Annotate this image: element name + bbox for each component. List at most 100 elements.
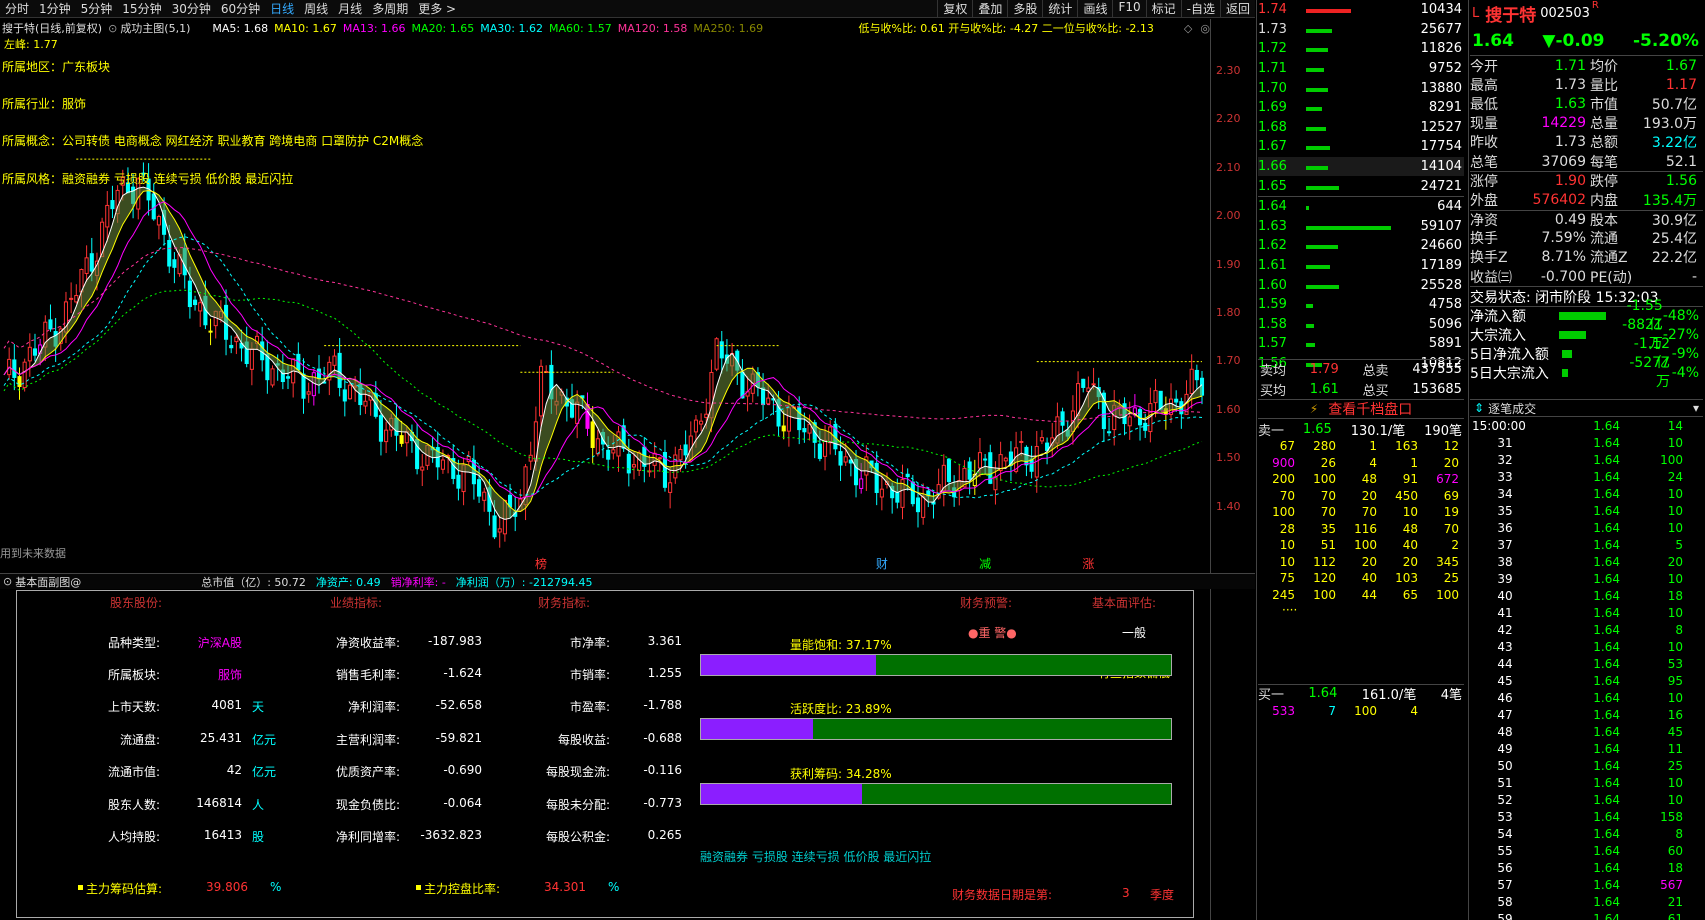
- period-tab[interactable]: 周线: [299, 0, 333, 17]
- tick-time: 43: [1497, 639, 1513, 654]
- price-tick: 1.50: [1216, 451, 1241, 465]
- settings-icon[interactable]: ◎: [1200, 22, 1210, 35]
- period-tab[interactable]: 多周期: [367, 0, 413, 17]
- tick-price: 1.64: [1593, 758, 1620, 773]
- tick-row: 52 1.64 10: [1470, 791, 1703, 808]
- metric-value: -187.983: [428, 634, 482, 648]
- event-marker[interactable]: 涨: [1082, 556, 1094, 571]
- ask-row[interactable]: 1.68 12527: [1258, 118, 1464, 138]
- period-tab[interactable]: 60分钟: [216, 0, 265, 17]
- fund-title[interactable]: 基本面副图@: [15, 574, 81, 590]
- candle-body: [342, 389, 347, 402]
- tick-time: 40: [1497, 588, 1513, 603]
- bid-row[interactable]: 1.61 17189: [1258, 256, 1464, 276]
- candle-body: [1076, 383, 1081, 416]
- ask-row[interactable]: 1.69 8291: [1258, 98, 1464, 118]
- period-tab[interactable]: 15分钟: [117, 0, 166, 17]
- stock-name[interactable]: 搜于特: [1485, 1, 1536, 26]
- toolbar-button[interactable]: F10: [1112, 0, 1145, 17]
- collapse-icon[interactable]: ⊙: [3, 575, 12, 588]
- field-value: 融资融券 亏损股 连续亏损 低价股 最近闪拉: [62, 172, 294, 186]
- tick-row: 42 1.64 8: [1470, 621, 1703, 638]
- ask-row[interactable]: 1.70 13880: [1258, 78, 1464, 98]
- bid-row[interactable]: 1.60 25528: [1258, 275, 1464, 295]
- quote-label: 换手Z: [1470, 250, 1508, 267]
- event-marker[interactable]: 减: [979, 557, 991, 571]
- bid-row[interactable]: 1.59 4758: [1258, 295, 1464, 315]
- candlestick-chart[interactable]: 榜财减涨: [0, 50, 1210, 572]
- tick-volume: 10: [1667, 690, 1683, 705]
- queue-cell: 1: [1410, 455, 1418, 470]
- tick-row: 44 1.64 53: [1470, 655, 1703, 672]
- tick-menu-icon[interactable]: ▾: [1693, 401, 1699, 415]
- toolbar-button[interactable]: 统计: [1042, 0, 1077, 17]
- period-tab[interactable]: 30分钟: [167, 0, 216, 17]
- tick-row: 39 1.64 10: [1470, 570, 1703, 587]
- toolbar-button[interactable]: 叠加: [972, 0, 1007, 17]
- ask-row[interactable]: 1.73 25677: [1258, 20, 1464, 40]
- tick-time: 51: [1497, 775, 1513, 790]
- bar-wrap: [1306, 61, 1406, 76]
- candle-body: [528, 454, 533, 462]
- toolbar-button[interactable]: 复权: [937, 0, 972, 17]
- candle-body: [456, 474, 461, 489]
- ma-label: MA20: 1.65: [411, 21, 475, 35]
- level-volume: 8291: [1428, 100, 1462, 116]
- ask-row[interactable]: 1.74 10434: [1258, 0, 1464, 20]
- toolbar-button[interactable]: 标记: [1145, 0, 1181, 17]
- ask-row[interactable]: 1.71 9752: [1258, 59, 1464, 79]
- candle-body: [714, 338, 719, 370]
- sell1-detail: 卖一 1.65 130.1/笔 190笔 67 280 1 163 12 900 26 4 1 20 200…: [1258, 420, 1464, 618]
- toolbar-button[interactable]: -自选: [1180, 0, 1220, 17]
- ask-row[interactable]: 1.66 14104: [1258, 156, 1464, 177]
- queue-more[interactable]: ····: [1258, 603, 1464, 617]
- queue-cell: 40: [1402, 538, 1418, 553]
- ratio-bar-fill: [701, 655, 876, 675]
- ask-row[interactable]: 1.72 11826: [1258, 39, 1464, 59]
- candle-body: [740, 371, 745, 399]
- event-marker[interactable]: 榜: [535, 556, 547, 571]
- level-volume: 9752: [1428, 61, 1462, 77]
- queue-cell: 672: [1436, 472, 1459, 487]
- quote-label: 总笔: [1470, 154, 1498, 171]
- indicator-dropdown-icon[interactable]: ⊙: [108, 22, 117, 35]
- period-tab[interactable]: 分时: [0, 0, 34, 17]
- metric-value: -59.821: [435, 731, 482, 745]
- view-depth-link[interactable]: 查看千档盘口: [1328, 399, 1412, 419]
- indicator-name[interactable]: 成功主图(5,1): [120, 20, 190, 36]
- bid-row[interactable]: 1.64 644: [1258, 197, 1464, 217]
- tick-header: ⇕ 逐笔成交 ▾: [1470, 399, 1703, 417]
- period-tab[interactable]: 月线: [333, 0, 367, 17]
- bid-row[interactable]: 1.62 24660: [1258, 236, 1464, 256]
- bid-row[interactable]: 1.63 59107: [1258, 217, 1464, 237]
- ask-row[interactable]: 1.65 24721: [1258, 176, 1464, 196]
- volume-bar: [1306, 107, 1322, 112]
- toolbar-button[interactable]: 画线: [1077, 0, 1112, 17]
- volume-bar: [1306, 87, 1328, 92]
- ma-ribbon: [4, 187, 1202, 520]
- candle-body: [1174, 398, 1179, 403]
- candle-body: [265, 353, 270, 381]
- tick-row: 47 1.64 16: [1470, 706, 1703, 723]
- ask-row[interactable]: 1.67 17754: [1258, 137, 1464, 157]
- diamond-icon[interactable]: ◇: [1184, 22, 1192, 35]
- bid-row[interactable]: 1.58 5096: [1258, 315, 1464, 335]
- bid-row[interactable]: 1.57 5891: [1258, 334, 1464, 354]
- toolbar-button[interactable]: 多股: [1007, 0, 1042, 17]
- period-tab[interactable]: 更多 >: [413, 0, 461, 17]
- metric-value: 42: [226, 763, 242, 777]
- metric-label: 主营利润率:: [335, 733, 400, 747]
- period-tab[interactable]: 日线: [265, 0, 299, 17]
- period-tab[interactable]: 1分钟: [34, 0, 76, 17]
- period-tab[interactable]: 5分钟: [76, 0, 118, 17]
- candle-body: [575, 401, 580, 425]
- queue-cell: 28: [1279, 521, 1295, 536]
- candle-body: [590, 421, 595, 448]
- bar-wrap: [1306, 139, 1406, 154]
- ratio-bar-fill: [701, 784, 863, 804]
- quote-label: 涨停: [1470, 174, 1498, 191]
- tick-time: 35: [1497, 503, 1513, 518]
- candle-body: [151, 193, 156, 220]
- metric-value: -0.773: [643, 796, 682, 810]
- event-marker[interactable]: 财: [876, 557, 888, 571]
